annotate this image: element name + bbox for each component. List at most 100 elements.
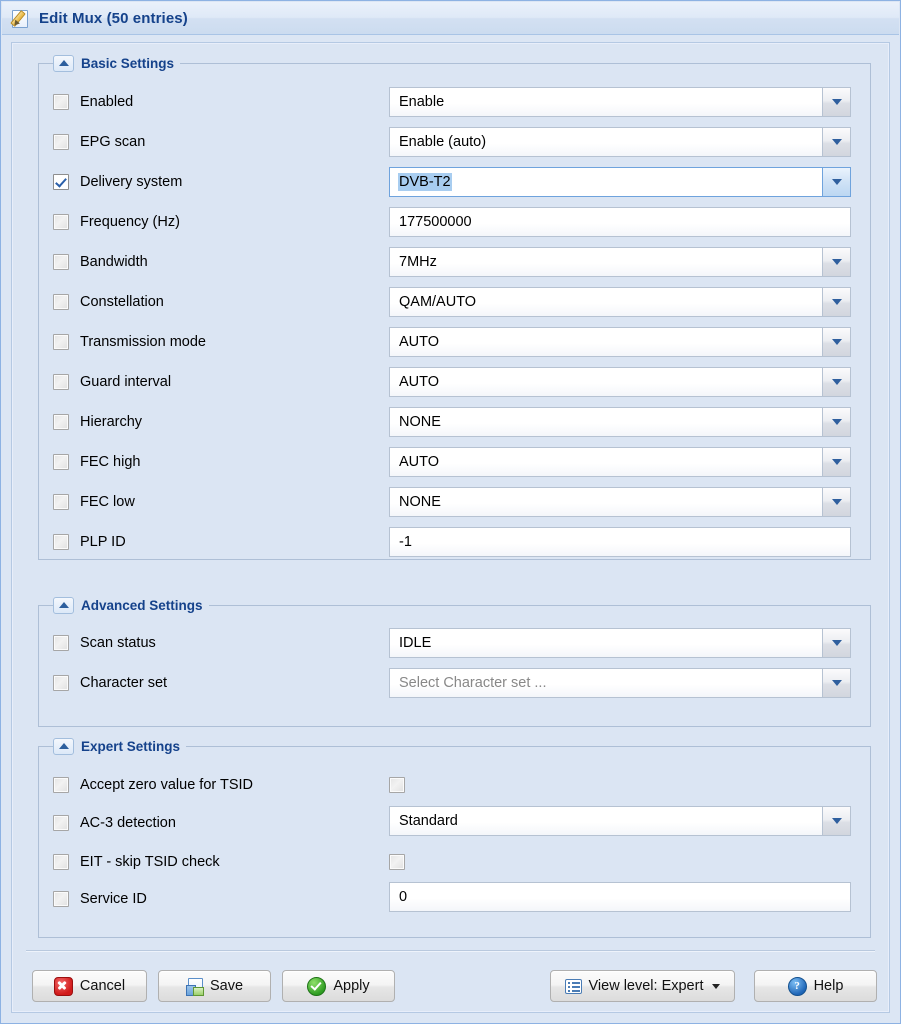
- override-checkbox-accept-zero-tsid[interactable]: [53, 777, 69, 793]
- field-ac3-detection-dropdown-button[interactable]: [822, 806, 851, 836]
- override-checkbox-service-id[interactable]: [53, 891, 69, 907]
- help-question-icon: ?: [788, 977, 807, 996]
- field-ac3-detection-value[interactable]: Standard: [389, 806, 822, 836]
- field-fec-high-value[interactable]: AUTO: [389, 447, 822, 477]
- field-constellation[interactable]: QAM/AUTO: [389, 287, 851, 317]
- field-plp-id[interactable]: -1: [389, 527, 851, 557]
- field-eit-skip-tsid[interactable]: [389, 852, 409, 872]
- field-hierarchy-dropdown-button[interactable]: [822, 407, 851, 437]
- list-icon: [565, 979, 582, 994]
- save-button-label: Save: [210, 978, 243, 994]
- chevron-down-icon: [832, 419, 842, 425]
- row-fec-low: FEC low: [53, 486, 135, 518]
- value-checkbox-eit-skip-tsid[interactable]: [389, 854, 405, 870]
- field-epg-scan-dropdown-button[interactable]: [822, 127, 851, 157]
- label-enabled: Enabled: [80, 94, 133, 110]
- override-checkbox-frequency[interactable]: [53, 214, 69, 230]
- dialog-button-bar: Cancel Save Apply View level: Expert: [12, 970, 889, 1004]
- override-checkbox-fec-low[interactable]: [53, 494, 69, 510]
- field-bandwidth[interactable]: 7MHz: [389, 247, 851, 277]
- label-ac3-detection: AC-3 detection: [80, 815, 176, 831]
- chevron-down-icon: [832, 680, 842, 686]
- field-enabled-dropdown-button[interactable]: [822, 87, 851, 117]
- row-fec-high: FEC high: [53, 446, 140, 478]
- row-delivery-system: Delivery system: [53, 166, 182, 198]
- chevron-down-icon: [832, 299, 842, 305]
- field-transmission-mode-value[interactable]: AUTO: [389, 327, 822, 357]
- override-checkbox-plp-id[interactable]: [53, 534, 69, 550]
- override-checkbox-guard-interval[interactable]: [53, 374, 69, 390]
- field-service-id-value[interactable]: 0: [389, 882, 851, 912]
- field-guard-interval-dropdown-button[interactable]: [822, 367, 851, 397]
- field-enabled[interactable]: Enable: [389, 87, 851, 117]
- field-bandwidth-dropdown-button[interactable]: [822, 247, 851, 277]
- field-hierarchy[interactable]: NONE: [389, 407, 851, 437]
- section-expert-settings-header: Expert Settings: [53, 735, 186, 757]
- view-level-button[interactable]: View level: Expert: [550, 970, 735, 1002]
- field-character-set[interactable]: Select Character set ...: [389, 668, 851, 698]
- field-character-set-dropdown-button[interactable]: [822, 668, 851, 698]
- chevron-down-icon: [832, 339, 842, 345]
- field-fec-high-dropdown-button[interactable]: [822, 447, 851, 477]
- field-plp-id-value[interactable]: -1: [389, 527, 851, 557]
- field-fec-low[interactable]: NONE: [389, 487, 851, 517]
- override-checkbox-eit-skip-tsid[interactable]: [53, 854, 69, 870]
- field-constellation-value[interactable]: QAM/AUTO: [389, 287, 822, 317]
- label-hierarchy: Hierarchy: [80, 414, 142, 430]
- field-scan-status-dropdown-button[interactable]: [822, 628, 851, 658]
- field-fec-low-value[interactable]: NONE: [389, 487, 822, 517]
- field-epg-scan-value[interactable]: Enable (auto): [389, 127, 822, 157]
- label-scan-status: Scan status: [80, 635, 156, 651]
- field-constellation-dropdown-button[interactable]: [822, 287, 851, 317]
- help-button[interactable]: ? Help: [754, 970, 877, 1002]
- row-scan-status: Scan status: [53, 627, 156, 659]
- row-bandwidth: Bandwidth: [53, 246, 148, 278]
- value-checkbox-accept-zero-tsid[interactable]: [389, 777, 405, 793]
- field-scan-status-value[interactable]: IDLE: [389, 628, 822, 658]
- field-transmission-mode[interactable]: AUTO: [389, 327, 851, 357]
- label-eit-skip-tsid: EIT - skip TSID check: [80, 854, 220, 870]
- chevron-down-icon: [832, 818, 842, 824]
- save-button[interactable]: Save: [158, 970, 271, 1002]
- override-checkbox-scan-status[interactable]: [53, 635, 69, 651]
- override-checkbox-transmission-mode[interactable]: [53, 334, 69, 350]
- field-delivery-system-value[interactable]: DVB-T2: [389, 167, 822, 197]
- apply-button[interactable]: Apply: [282, 970, 395, 1002]
- edit-pencil-icon: [11, 9, 30, 28]
- field-delivery-system-dropdown-button[interactable]: [822, 167, 851, 197]
- field-frequency-value[interactable]: 177500000: [389, 207, 851, 237]
- field-delivery-system[interactable]: DVB-T2: [389, 167, 851, 197]
- override-checkbox-enabled[interactable]: [53, 94, 69, 110]
- override-checkbox-bandwidth[interactable]: [53, 254, 69, 270]
- section-basic-settings-title: Basic Settings: [81, 56, 174, 71]
- cancel-button[interactable]: Cancel: [32, 970, 147, 1002]
- field-character-set-value[interactable]: Select Character set ...: [389, 668, 822, 698]
- override-checkbox-epg-scan[interactable]: [53, 134, 69, 150]
- field-guard-interval-value[interactable]: AUTO: [389, 367, 822, 397]
- collapse-advanced-settings-button[interactable]: [53, 597, 74, 614]
- field-accept-zero-tsid[interactable]: [389, 775, 409, 795]
- row-service-id: Service ID: [53, 883, 147, 915]
- field-frequency[interactable]: 177500000: [389, 207, 851, 237]
- field-bandwidth-value[interactable]: 7MHz: [389, 247, 822, 277]
- override-checkbox-hierarchy[interactable]: [53, 414, 69, 430]
- override-checkbox-delivery-system[interactable]: [53, 174, 69, 190]
- collapse-expert-settings-button[interactable]: [53, 738, 74, 755]
- field-scan-status[interactable]: IDLE: [389, 628, 851, 658]
- field-fec-low-dropdown-button[interactable]: [822, 487, 851, 517]
- row-hierarchy: Hierarchy: [53, 406, 142, 438]
- chevron-down-icon: [832, 259, 842, 265]
- field-transmission-mode-dropdown-button[interactable]: [822, 327, 851, 357]
- override-checkbox-ac3-detection[interactable]: [53, 815, 69, 831]
- field-hierarchy-value[interactable]: NONE: [389, 407, 822, 437]
- override-checkbox-character-set[interactable]: [53, 675, 69, 691]
- field-service-id[interactable]: 0: [389, 882, 851, 912]
- collapse-basic-settings-button[interactable]: [53, 55, 74, 72]
- field-enabled-value[interactable]: Enable: [389, 87, 822, 117]
- field-ac3-detection[interactable]: Standard: [389, 806, 851, 836]
- override-checkbox-constellation[interactable]: [53, 294, 69, 310]
- override-checkbox-fec-high[interactable]: [53, 454, 69, 470]
- field-guard-interval[interactable]: AUTO: [389, 367, 851, 397]
- field-epg-scan[interactable]: Enable (auto): [389, 127, 851, 157]
- field-fec-high[interactable]: AUTO: [389, 447, 851, 477]
